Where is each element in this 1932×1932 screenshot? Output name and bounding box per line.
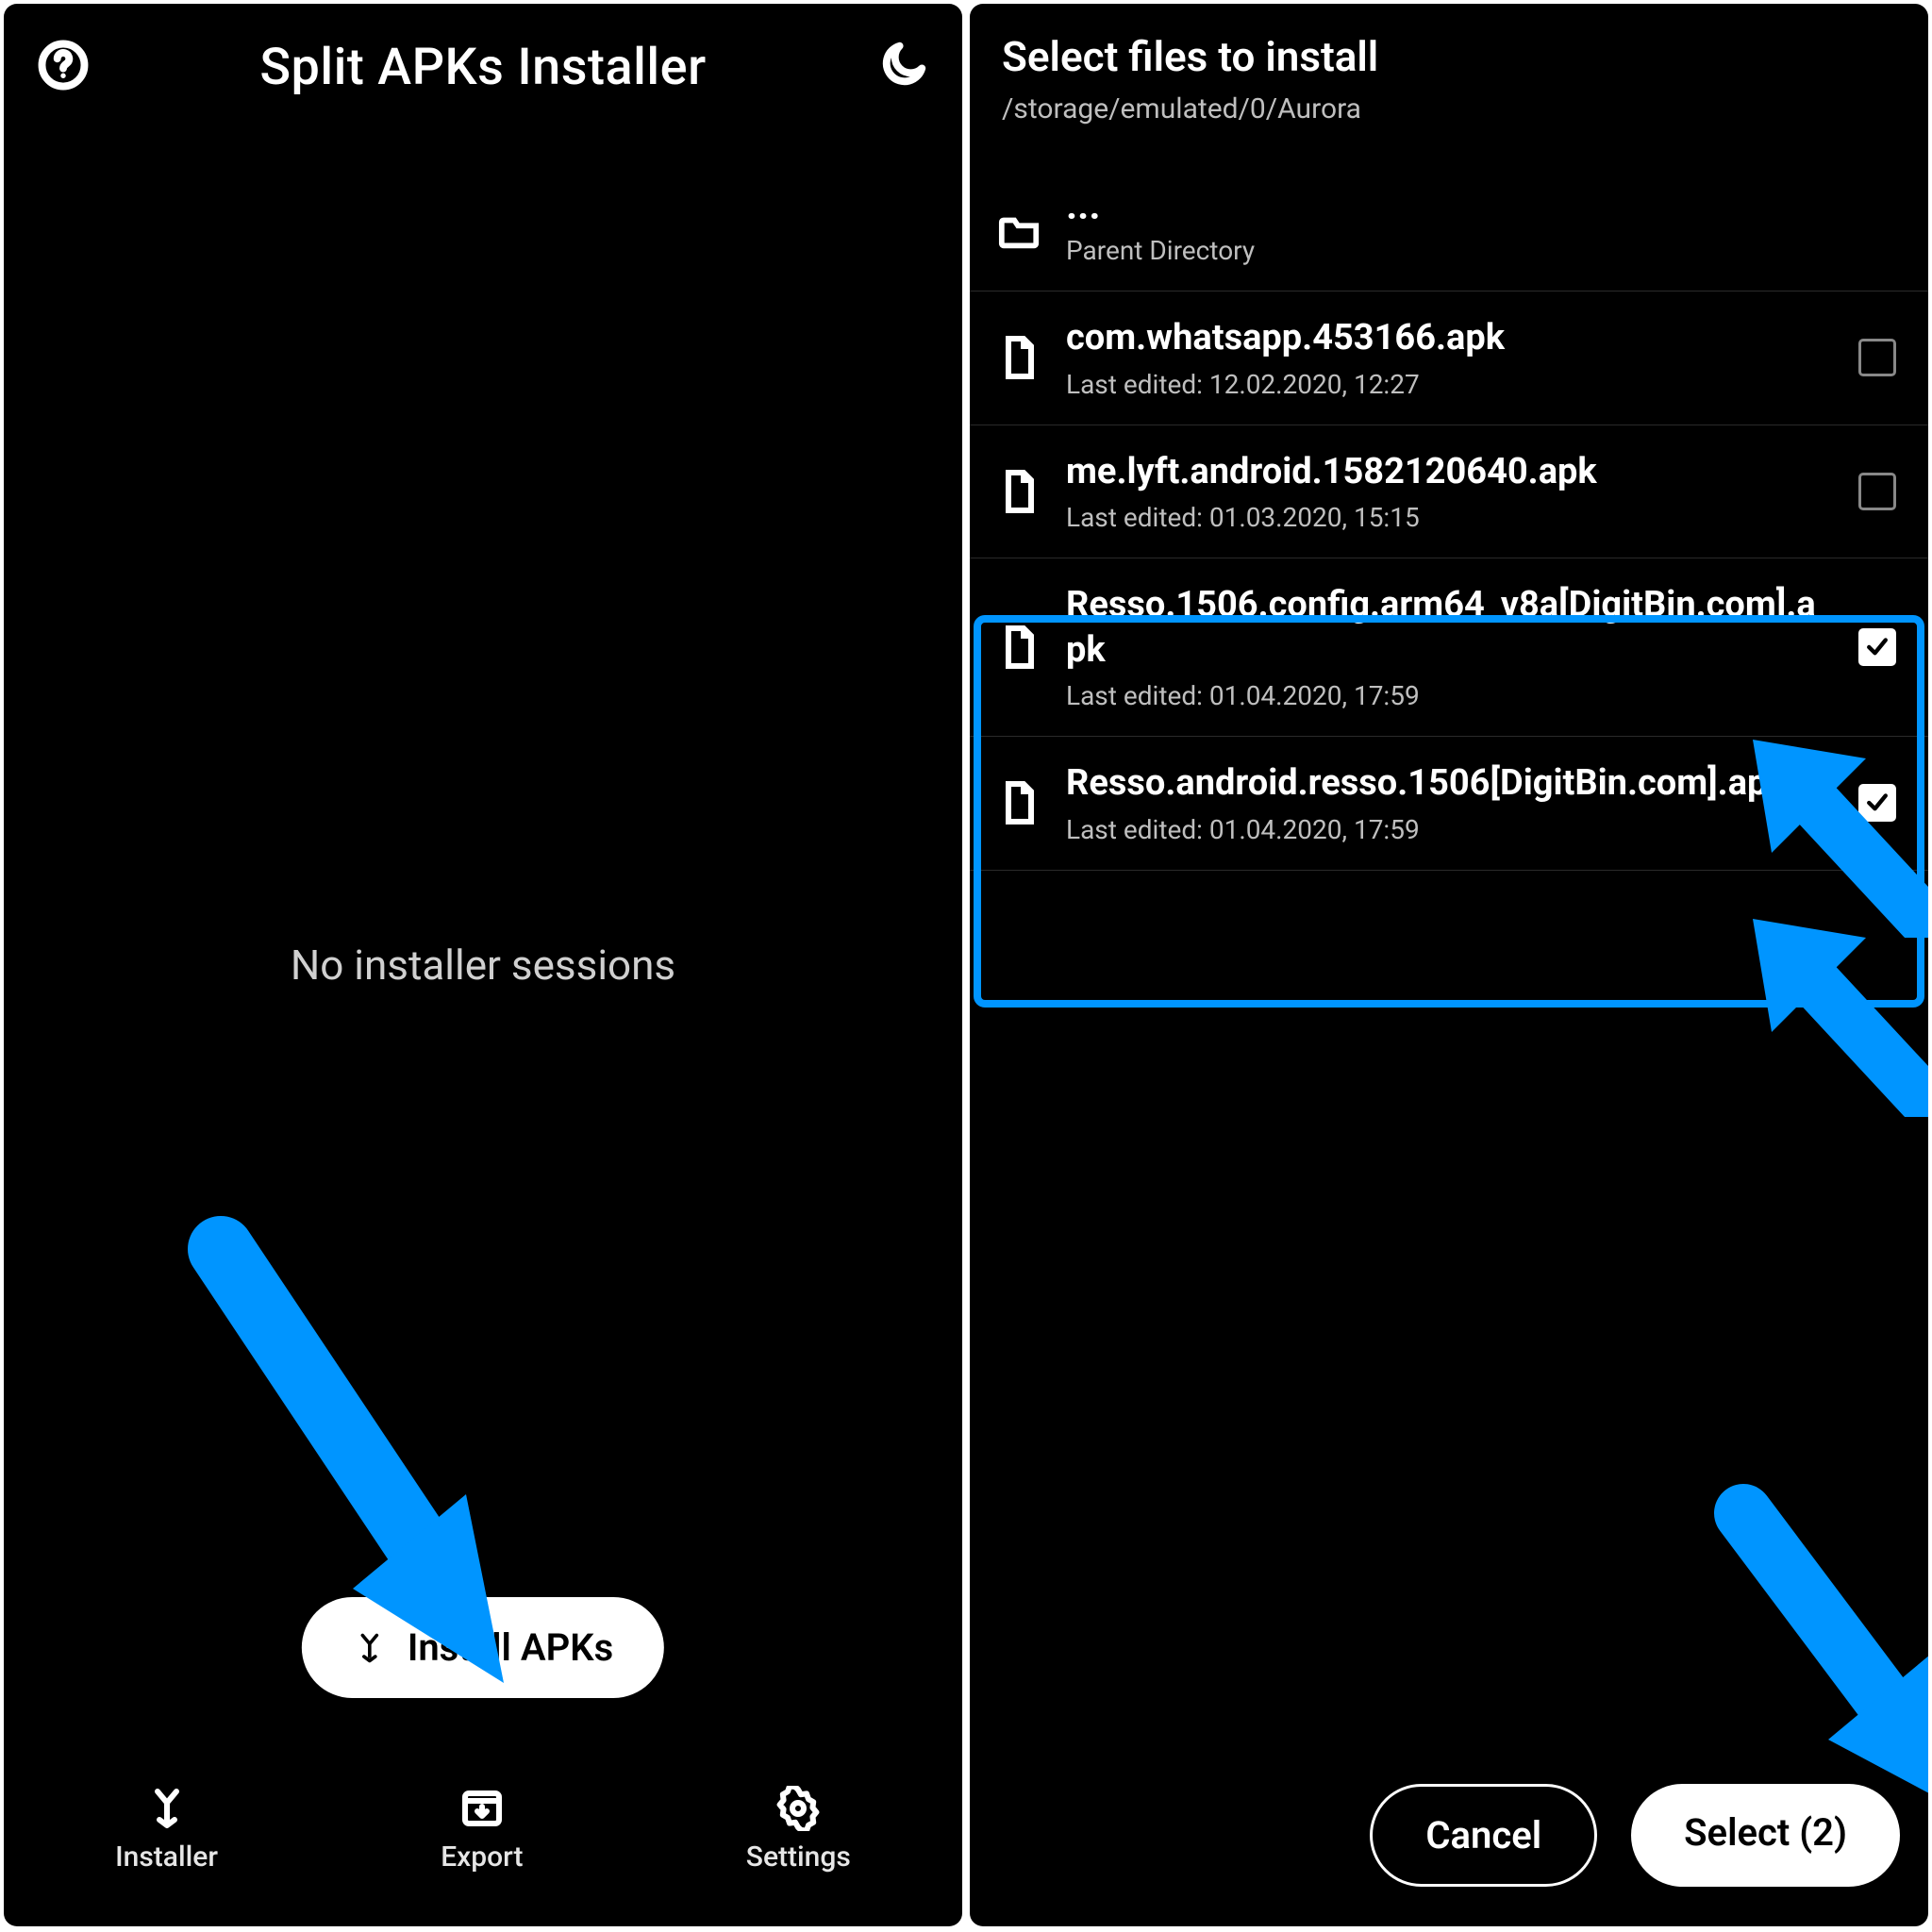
install-apks-button[interactable]: Install APKs <box>302 1597 664 1698</box>
install-apks-label: Install APKs <box>408 1625 613 1670</box>
screenshot-left: Split APKs Installer No installer sessio… <box>4 4 962 1926</box>
file-name: me.lyft.android.1582120640.apk <box>1066 450 1836 495</box>
empty-state-text: No installer sessions <box>291 941 675 990</box>
bottom-nav: Installer Export Settings <box>4 1749 962 1909</box>
nav-export-label: Export <box>441 1840 523 1874</box>
folder-icon <box>996 212 1043 250</box>
select-button[interactable]: Select (2) <box>1631 1784 1900 1887</box>
checkbox[interactable] <box>1858 473 1896 510</box>
file-name: Resso.1506.config.arm64_v8a[DigitBin.com… <box>1066 583 1836 673</box>
checkbox[interactable] <box>1858 628 1896 666</box>
checkbox[interactable] <box>1858 784 1896 822</box>
file-row[interactable]: me.lyft.android.1582120640.apk Last edit… <box>970 425 1928 559</box>
parent-directory-row[interactable]: ... Parent Directory <box>970 172 1928 291</box>
checkbox[interactable] <box>1858 339 1896 376</box>
nav-installer-label: Installer <box>115 1840 218 1874</box>
cancel-button[interactable]: Cancel <box>1370 1784 1597 1887</box>
nav-installer[interactable]: Installer <box>115 1786 218 1874</box>
dialog-button-row: Cancel Select (2) <box>1370 1784 1900 1887</box>
file-picker-title: Select files to install <box>1002 32 1378 81</box>
annotation-arrow-check-2 <box>1734 900 1928 1117</box>
parent-label: Parent Directory <box>1066 235 1896 266</box>
file-sub: Last edited: 01.04.2020, 17:59 <box>1066 680 1836 711</box>
file-row[interactable]: Resso.1506.config.arm64_v8a[DigitBin.com… <box>970 558 1928 737</box>
file-picker-path: /storage/emulated/0/Aurora <box>1002 92 1378 125</box>
annotation-arrow-select <box>1687 1475 1928 1815</box>
file-sub: Last edited: 01.03.2020, 15:15 <box>1066 502 1836 533</box>
nav-export[interactable]: Export <box>441 1786 523 1874</box>
file-icon <box>996 335 1043 380</box>
file-row[interactable]: Resso.android.resso.1506[DigitBin.com].a… <box>970 737 1928 871</box>
file-row[interactable]: com.whatsapp.453166.apk Last edited: 12.… <box>970 291 1928 425</box>
file-icon <box>996 625 1043 670</box>
screenshot-right: Select files to install /storage/emulate… <box>970 4 1928 1926</box>
file-name: Resso.android.resso.1506[DigitBin.com].a… <box>1066 761 1836 807</box>
parent-dots: ... <box>1066 196 1896 216</box>
file-icon <box>996 469 1043 514</box>
file-sub: Last edited: 12.02.2020, 12:27 <box>1066 369 1836 400</box>
file-picker-header: Select files to install /storage/emulate… <box>1002 32 1378 125</box>
file-name: com.whatsapp.453166.apk <box>1066 316 1836 361</box>
nav-settings-label: Settings <box>746 1840 851 1874</box>
file-list: ... Parent Directory com.whatsapp.453166… <box>970 172 1928 871</box>
file-sub: Last edited: 01.04.2020, 17:59 <box>1066 814 1836 845</box>
nav-settings[interactable]: Settings <box>746 1786 851 1874</box>
file-icon <box>996 780 1043 825</box>
